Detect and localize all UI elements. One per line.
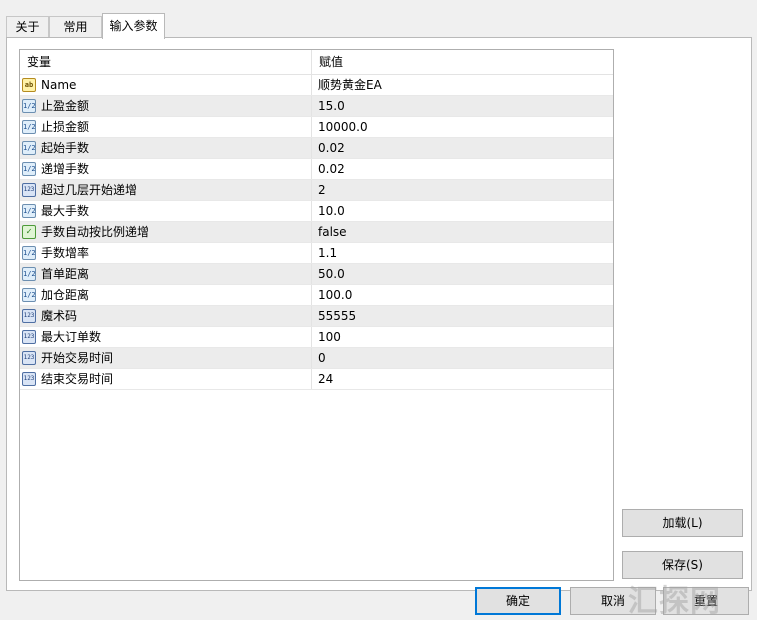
table-row[interactable]: 1/2 最大手数 10.0 bbox=[20, 201, 613, 222]
variable-cell: 1/2 首单距离 bbox=[20, 264, 312, 284]
double-type-icon: 1/2 bbox=[22, 141, 36, 155]
integer-type-icon: 123 bbox=[22, 330, 36, 344]
variable-cell: 1/2 起始手数 bbox=[20, 138, 312, 158]
integer-type-icon: 123 bbox=[22, 351, 36, 365]
variable-name: 止损金额 bbox=[41, 120, 90, 134]
value-cell[interactable]: 0 bbox=[312, 348, 326, 368]
variable-name: 魔术码 bbox=[41, 309, 78, 323]
table-row[interactable]: 1/2 起始手数 0.02 bbox=[20, 138, 613, 159]
table-row[interactable]: 123 最大订单数 100 bbox=[20, 327, 613, 348]
value-cell[interactable]: 100 bbox=[312, 327, 341, 347]
table-row[interactable]: 1/2 递增手数 0.02 bbox=[20, 159, 613, 180]
column-header-value[interactable]: 赋值 bbox=[312, 50, 343, 74]
grid-rows: ab Name 顺势黄金EA 1/2 止盈金额 15.0 1/2 止损金额 10000.0 1/2… bbox=[20, 75, 613, 390]
variable-cell: 1/2 手数增率 bbox=[20, 243, 312, 263]
value-cell[interactable]: 0.02 bbox=[312, 159, 345, 179]
table-row[interactable]: ✓ 手数自动按比例递增 false bbox=[20, 222, 613, 243]
variable-cell: ✓ 手数自动按比例递增 bbox=[20, 222, 312, 242]
variable-name: 加仓距离 bbox=[41, 288, 90, 302]
value-cell[interactable]: 顺势黄金EA bbox=[312, 75, 382, 95]
value-cell[interactable]: 1.1 bbox=[312, 243, 337, 263]
table-row[interactable]: 1/2 加仓距离 100.0 bbox=[20, 285, 613, 306]
double-type-icon: 1/2 bbox=[22, 162, 36, 176]
variable-cell: 1/2 递增手数 bbox=[20, 159, 312, 179]
variable-name: 递增手数 bbox=[41, 162, 90, 176]
variable-name: 超过几层开始递增 bbox=[41, 183, 138, 197]
table-row[interactable]: 1/2 止盈金额 15.0 bbox=[20, 96, 613, 117]
variable-name: Name bbox=[41, 78, 77, 92]
string-type-icon: ab bbox=[22, 78, 36, 92]
variable-cell: 123 开始交易时间 bbox=[20, 348, 312, 368]
double-type-icon: 1/2 bbox=[22, 267, 36, 281]
save-button[interactable]: 保存(S) bbox=[622, 551, 743, 579]
table-row[interactable]: 1/2 首单距离 50.0 bbox=[20, 264, 613, 285]
tab-common[interactable]: 常用 bbox=[49, 16, 102, 37]
value-cell[interactable]: 100.0 bbox=[312, 285, 352, 305]
column-header-variable[interactable]: 变量 bbox=[20, 50, 312, 74]
double-type-icon: 1/2 bbox=[22, 288, 36, 302]
cancel-button[interactable]: 取消 bbox=[570, 587, 656, 615]
value-cell[interactable]: 0.02 bbox=[312, 138, 345, 158]
variable-cell: 1/2 止损金额 bbox=[20, 117, 312, 137]
ok-button[interactable]: 确定 bbox=[475, 587, 561, 615]
variable-cell: 123 魔术码 bbox=[20, 306, 312, 326]
value-cell[interactable]: 10.0 bbox=[312, 201, 345, 221]
variable-name: 首单距离 bbox=[41, 267, 90, 281]
value-cell[interactable]: 10000.0 bbox=[312, 117, 368, 137]
parameter-grid: 变量 赋值 ab Name 顺势黄金EA 1/2 止盈金额 15.0 1/2 止损金额 1000… bbox=[19, 49, 614, 581]
variable-name: 起始手数 bbox=[41, 141, 90, 155]
table-row[interactable]: 1/2 手数增率 1.1 bbox=[20, 243, 613, 264]
value-cell[interactable]: 2 bbox=[312, 180, 326, 200]
double-type-icon: 1/2 bbox=[22, 99, 36, 113]
value-cell[interactable]: false bbox=[312, 222, 347, 242]
tab-inputs[interactable]: 输入参数 bbox=[102, 13, 165, 39]
variable-cell: 123 结束交易时间 bbox=[20, 369, 312, 389]
integer-type-icon: 123 bbox=[22, 372, 36, 386]
double-type-icon: 1/2 bbox=[22, 204, 36, 218]
integer-type-icon: 123 bbox=[22, 183, 36, 197]
reset-button[interactable]: 重置 bbox=[663, 587, 749, 615]
value-cell[interactable]: 15.0 bbox=[312, 96, 345, 116]
value-cell[interactable]: 24 bbox=[312, 369, 333, 389]
value-cell[interactable]: 55555 bbox=[312, 306, 356, 326]
table-row[interactable]: 123 超过几层开始递增 2 bbox=[20, 180, 613, 201]
variable-name: 止盈金额 bbox=[41, 99, 90, 113]
double-type-icon: 1/2 bbox=[22, 120, 36, 134]
variable-cell: 1/2 最大手数 bbox=[20, 201, 312, 221]
variable-name: 手数自动按比例递增 bbox=[41, 225, 150, 239]
bool-type-icon: ✓ bbox=[22, 225, 36, 239]
table-row[interactable]: ab Name 顺势黄金EA bbox=[20, 75, 613, 96]
table-row[interactable]: 123 结束交易时间 24 bbox=[20, 369, 613, 390]
variable-cell: 1/2 加仓距离 bbox=[20, 285, 312, 305]
variable-name: 最大手数 bbox=[41, 204, 90, 218]
variable-cell: 123 最大订单数 bbox=[20, 327, 312, 347]
variable-name: 结束交易时间 bbox=[41, 372, 114, 386]
integer-type-icon: 123 bbox=[22, 309, 36, 323]
value-cell[interactable]: 50.0 bbox=[312, 264, 345, 284]
variable-name: 最大订单数 bbox=[41, 330, 102, 344]
table-row[interactable]: 1/2 止损金额 10000.0 bbox=[20, 117, 613, 138]
double-type-icon: 1/2 bbox=[22, 246, 36, 260]
variable-cell: 123 超过几层开始递增 bbox=[20, 180, 312, 200]
table-row[interactable]: 123 魔术码 55555 bbox=[20, 306, 613, 327]
grid-header: 变量 赋值 bbox=[20, 50, 613, 75]
load-button[interactable]: 加载(L) bbox=[622, 509, 743, 537]
tab-panel: 变量 赋值 ab Name 顺势黄金EA 1/2 止盈金额 15.0 1/2 止损金额 1000… bbox=[6, 37, 752, 591]
variable-cell: ab Name bbox=[20, 75, 312, 95]
variable-name: 开始交易时间 bbox=[41, 351, 114, 365]
tab-about[interactable]: 关于 bbox=[6, 16, 49, 37]
variable-name: 手数增率 bbox=[41, 246, 90, 260]
variable-cell: 1/2 止盈金额 bbox=[20, 96, 312, 116]
table-row[interactable]: 123 开始交易时间 0 bbox=[20, 348, 613, 369]
